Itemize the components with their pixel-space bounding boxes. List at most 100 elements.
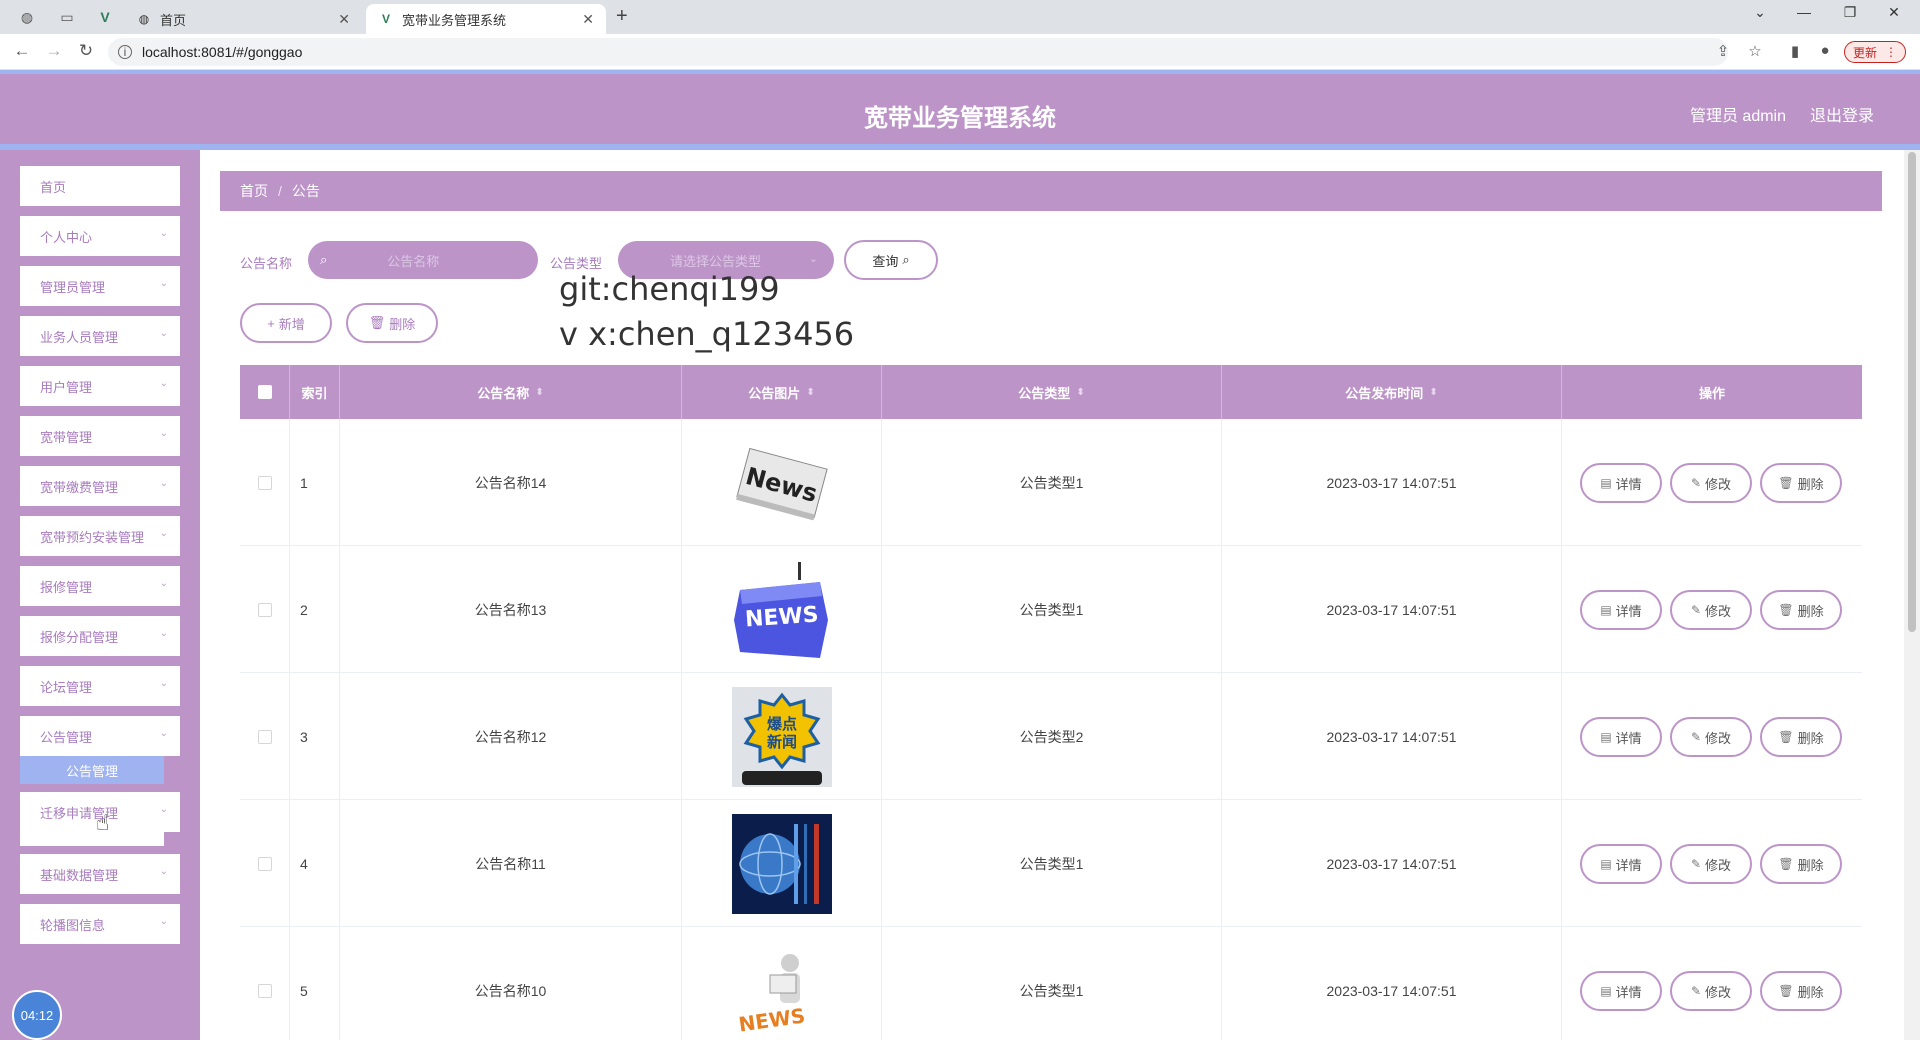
select-all-checkbox[interactable] xyxy=(257,385,272,399)
breadcrumb-home[interactable]: 首页 xyxy=(240,181,268,201)
sidebar-item-repair-assign[interactable]: 报修分配管理 ⌄ xyxy=(20,616,180,656)
globe-news-image[interactable] xyxy=(731,813,832,914)
column-image[interactable]: 公告图片 ⬍ xyxy=(682,365,882,419)
chevron-down-icon: ⌄ xyxy=(159,804,168,815)
profile-icon[interactable]: ● xyxy=(1814,42,1836,59)
column-type[interactable]: 公告类型 ⬍ xyxy=(882,365,1222,419)
submenu-item-notices[interactable]: 公告管理 xyxy=(20,756,164,784)
new-tab-icon[interactable]: + xyxy=(616,5,628,28)
add-button[interactable]: + 新增 xyxy=(240,303,332,343)
forward-icon[interactable]: → xyxy=(42,41,66,61)
pencil-icon: ✎ xyxy=(1690,857,1702,871)
sidebar-item-label: 用户管理 xyxy=(40,379,93,395)
row-checkbox[interactable] xyxy=(257,983,272,998)
sidebar-item-home[interactable]: 首页 xyxy=(20,166,180,206)
sidebar-item-label: 个人中心 xyxy=(40,229,93,245)
share-icon[interactable]: ⇪ xyxy=(1712,42,1734,60)
restore-icon[interactable]: ❐ xyxy=(1830,4,1870,21)
row-checkbox-cell[interactable] xyxy=(240,419,290,546)
news-key-image[interactable]: NEWS xyxy=(731,559,832,660)
sidebar-item-broadband[interactable]: 宽带管理 ⌄ xyxy=(20,416,180,456)
detail-button[interactable]: ▤ 详情 xyxy=(1580,844,1662,884)
edit-button[interactable]: ✎ 修改 xyxy=(1670,717,1752,757)
logout-link[interactable]: 退出登录 xyxy=(1810,102,1874,126)
cell-time: 2023-03-17 14:07:51 xyxy=(1222,546,1562,673)
sidebar-item-staff[interactable]: 业务人员管理 ⌄ xyxy=(20,316,180,356)
breaking-news-image[interactable]: 爆点 新闻 xyxy=(731,686,832,787)
query-button[interactable]: 查询 ⌕ xyxy=(844,240,938,280)
tab-vue-icon[interactable]: V xyxy=(92,6,118,28)
row-checkbox-cell[interactable] xyxy=(240,927,290,1040)
sort-icon[interactable]: ⬍ xyxy=(806,387,814,398)
column-time[interactable]: 公告发布时间 ⬍ xyxy=(1222,365,1562,419)
detail-button[interactable]: ▤ 详情 xyxy=(1580,717,1662,757)
close-icon[interactable]: ✕ xyxy=(338,11,350,28)
row-checkbox[interactable] xyxy=(257,602,272,617)
row-checkbox-cell[interactable] xyxy=(240,546,290,673)
sidebar-item-notices[interactable]: 公告管理 ⌄ xyxy=(20,716,180,756)
tab-globe-icon[interactable]: ◍ xyxy=(14,6,40,28)
edit-button[interactable]: ✎ 修改 xyxy=(1670,844,1752,884)
detail-button[interactable]: ▤ 详情 xyxy=(1580,971,1662,1011)
sidebar-item-basic-data[interactable]: 基础数据管理 ⌄ xyxy=(20,854,180,894)
detail-button[interactable]: ▤ 详情 xyxy=(1580,463,1662,503)
cell-image[interactable]: NEWS xyxy=(682,546,882,673)
news-newspaper-image[interactable]: News xyxy=(732,433,832,533)
detail-button[interactable]: ▤ 详情 xyxy=(1580,590,1662,630)
reload-icon[interactable]: ↻ xyxy=(74,41,98,61)
tab-blank-icon[interactable]: ▭ xyxy=(54,6,80,28)
star-icon[interactable]: ☆ xyxy=(1744,42,1766,60)
sort-icon[interactable]: ⬍ xyxy=(1076,387,1084,398)
breadcrumb-separator: / xyxy=(278,183,282,199)
sidebar-item-users[interactable]: 用户管理 ⌄ xyxy=(20,366,180,406)
window-close-icon[interactable]: ✕ xyxy=(1874,4,1914,21)
column-name[interactable]: 公告名称 ⬍ xyxy=(340,365,682,419)
sidebar-item-admins[interactable]: 管理员管理 ⌄ xyxy=(20,266,180,306)
sort-icon[interactable]: ⬍ xyxy=(1429,387,1437,398)
pencil-icon: ✎ xyxy=(1690,730,1702,744)
delete-button[interactable]: 🗑 删除 xyxy=(1760,717,1842,757)
back-icon[interactable]: ← xyxy=(10,41,34,61)
info-icon[interactable]: i xyxy=(118,45,132,59)
sidebar-item-carousel[interactable]: 轮播图信息 ⌄ xyxy=(20,904,180,944)
update-button[interactable]: 更新 ⋮ xyxy=(1844,41,1907,63)
row-checkbox[interactable] xyxy=(257,729,272,744)
tab-active[interactable]: V 宽带业务管理系统 ✕ xyxy=(366,4,606,34)
row-checkbox-cell[interactable] xyxy=(240,673,290,800)
row-checkbox[interactable] xyxy=(257,856,272,871)
sidepanel-icon[interactable]: ▮ xyxy=(1784,42,1806,60)
cell-image[interactable]: 爆点 新闻 xyxy=(682,673,882,800)
detail-label: 详情 xyxy=(1615,730,1642,746)
batch-delete-button[interactable]: 🗑 删除 xyxy=(346,303,438,343)
sidebar-item-forum[interactable]: 论坛管理 ⌄ xyxy=(20,666,180,706)
minimize-icon[interactable]: — xyxy=(1784,4,1824,20)
sidebar-item-repairs[interactable]: 报修管理 ⌄ xyxy=(20,566,180,606)
notice-name-input[interactable]: ⌕ 公告名称 xyxy=(308,241,538,279)
select-all-checkbox-cell[interactable] xyxy=(240,365,290,419)
close-icon[interactable]: ✕ xyxy=(582,11,594,28)
tab-search-icon[interactable]: ⌄ xyxy=(1740,4,1780,21)
news-figure-image[interactable]: NEWS xyxy=(731,940,832,1040)
sidebar-item-profile[interactable]: 个人中心 ⌄ xyxy=(20,216,180,256)
cell-index: 4 xyxy=(290,800,340,927)
sidebar-item-installation[interactable]: 宽带预约安装管理 ⌄ xyxy=(20,516,180,556)
edit-button[interactable]: ✎ 修改 xyxy=(1670,463,1752,503)
delete-button[interactable]: 🗑 删除 xyxy=(1760,590,1842,630)
delete-button[interactable]: 🗑 删除 xyxy=(1760,844,1842,884)
page-scrollbar-thumb[interactable] xyxy=(1908,152,1916,632)
row-checkbox-cell[interactable] xyxy=(240,800,290,927)
sort-icon[interactable]: ⬍ xyxy=(535,387,543,398)
cell-index: 1 xyxy=(290,419,340,546)
edit-button[interactable]: ✎ 修改 xyxy=(1670,971,1752,1011)
cell-image[interactable]: News xyxy=(682,419,882,546)
tab-home[interactable]: ◍ 首页 ✕ xyxy=(124,4,362,34)
edit-button[interactable]: ✎ 修改 xyxy=(1670,590,1752,630)
url-field[interactable]: i localhost:8081/#/gonggao xyxy=(108,38,1728,66)
current-user: 管理员 admin xyxy=(1689,108,1786,125)
delete-button[interactable]: 🗑 删除 xyxy=(1760,463,1842,503)
row-checkbox[interactable] xyxy=(257,475,272,490)
sidebar-item-payments[interactable]: 宽带缴费管理 ⌄ xyxy=(20,466,180,506)
delete-button[interactable]: 🗑 删除 xyxy=(1760,971,1842,1011)
cell-image[interactable]: NEWS xyxy=(682,927,882,1040)
cell-image[interactable] xyxy=(682,800,882,927)
